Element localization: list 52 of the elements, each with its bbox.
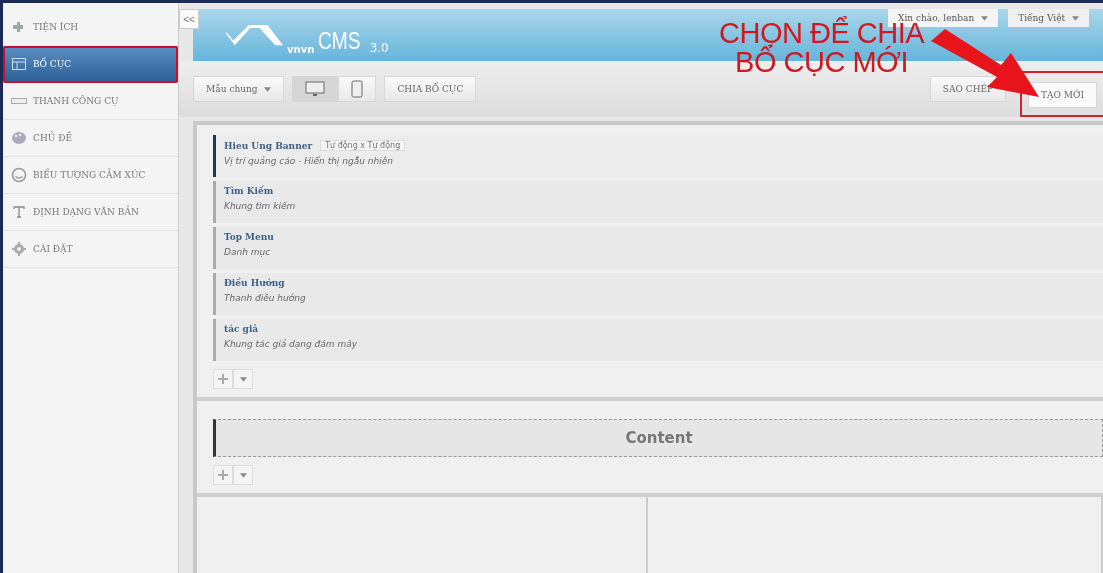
collapse-button[interactable]: <<	[179, 9, 199, 29]
block-title: Tìm Kiếm	[224, 186, 274, 196]
sidebar-item[interactable]: ĐỊNH DẠNG VĂN BẢN	[3, 194, 178, 231]
sidebar-item[interactable]: CÀI ĐẶT	[3, 231, 178, 268]
caret-icon	[1072, 16, 1079, 21]
block-description: Khung tác giả dạng đám mây	[224, 339, 358, 349]
block-title: Hieu Ung Banner	[224, 140, 313, 151]
plus-icon	[218, 374, 228, 384]
block-description: Danh mục	[224, 247, 272, 257]
template-dropdown[interactable]: Mẫu chung	[193, 76, 285, 102]
arrow-icon	[931, 29, 1041, 99]
layout-block[interactable]: Hieu Ung Banner Tự động x Tự động Vị trí quảng cáo - Hiển thị ngẫu nhiên	[213, 135, 1103, 177]
caret-icon	[239, 376, 247, 382]
caret-icon	[981, 16, 989, 21]
settings-icon	[11, 241, 27, 257]
sidebar-item[interactable]: THANH CÔNG CỤ	[3, 83, 178, 120]
block-description: Vị trí quảng cáo - Hiển thị ngẫu nhiên	[224, 156, 394, 166]
block-description: Khung tìm kiếm	[224, 201, 297, 211]
caret-icon	[264, 87, 272, 92]
split-layout-button[interactable]: CHIA BỐ CỤC	[384, 76, 477, 102]
logo-text: CMS	[318, 27, 361, 55]
desktop-view-button[interactable]	[292, 76, 339, 102]
layout-block[interactable]: Tìm Kiếm Khung tìm kiếm	[213, 181, 1103, 223]
block-title: Top Menu	[224, 232, 274, 242]
layout-block[interactable]: Top Menu Danh mục	[213, 227, 1103, 269]
layout-block[interactable]: Điều Hướng Thanh điều hướng	[213, 273, 1103, 315]
layout-icon	[11, 56, 27, 72]
mobile-view-button[interactable]	[338, 76, 377, 102]
add-button[interactable]	[213, 465, 233, 485]
version-label: 3.0	[369, 41, 389, 55]
language-menu[interactable]: Tiếng Việt	[1008, 9, 1089, 27]
sidebar-item[interactable]: BỐ CỤC	[3, 46, 178, 83]
sidebar-item[interactable]: BIỂU TƯỢNG CẢM XÚC	[3, 157, 178, 194]
text-format-icon	[11, 204, 27, 220]
add-button[interactable]	[213, 369, 233, 389]
logo-text: vnvn	[287, 44, 315, 55]
sidebar-item[interactable]: CHỦ ĐỀ	[3, 120, 178, 157]
block-title: Điều Hướng	[224, 278, 285, 288]
block-title: tác giả	[224, 324, 259, 334]
dropdown-button[interactable]	[233, 465, 253, 485]
layout-block[interactable]: tác giả Khung tác giả dạng đám mây	[213, 319, 1103, 361]
new-button[interactable]: TẠO MỚI	[1028, 82, 1097, 108]
content-region[interactable]: Content	[213, 419, 1103, 457]
block-description: Thanh điều hướng	[224, 293, 307, 303]
dropdown-button[interactable]	[233, 369, 253, 389]
palette-icon	[11, 130, 27, 146]
monitor-icon	[305, 81, 326, 97]
caret-icon	[239, 472, 247, 478]
plus-icon	[218, 470, 228, 480]
phone-icon	[351, 80, 364, 98]
smiley-icon	[11, 167, 27, 183]
size-tag: Tự động x Tự động	[320, 140, 406, 151]
